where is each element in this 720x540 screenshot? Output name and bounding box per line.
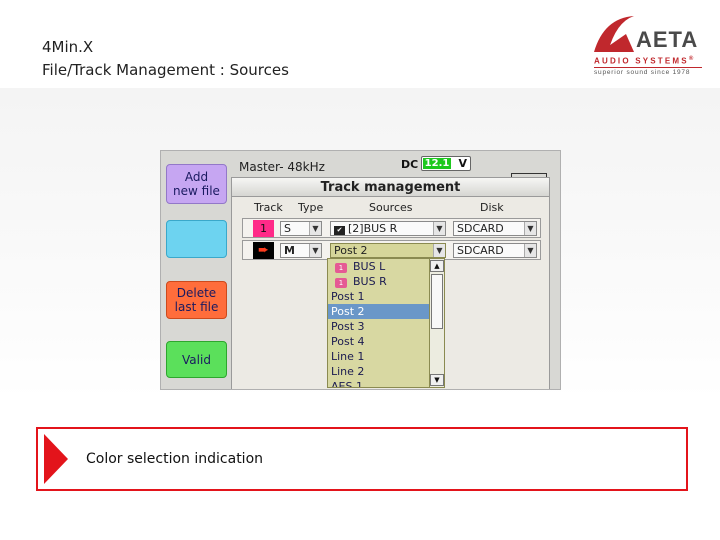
dropdown-item-post-3[interactable]: Post 3 bbox=[328, 319, 429, 334]
disk-value: SDCARD bbox=[457, 244, 504, 257]
col-header-disk: Disk bbox=[480, 201, 504, 214]
scroll-down-icon[interactable]: ▼ bbox=[430, 374, 444, 386]
disk-select[interactable]: SDCARD ▼ bbox=[453, 243, 537, 258]
col-header-type: Type bbox=[298, 201, 324, 214]
slide-title-line1: 4Min.X bbox=[42, 38, 94, 56]
dropdown-item-line-2[interactable]: Line 2 bbox=[328, 364, 429, 379]
source-select[interactable]: ✔ [2]BUS R ▼ bbox=[330, 221, 446, 236]
chevron-down-icon: ▼ bbox=[433, 244, 445, 257]
dc-voltage-unit: V bbox=[458, 157, 467, 170]
delete-label-line1: Delete bbox=[176, 286, 217, 300]
slide-title-line2: File/Track Management : Sources bbox=[42, 61, 289, 79]
check-icon: ✔ bbox=[334, 226, 345, 235]
type-value: S bbox=[284, 222, 291, 235]
dc-label: DC bbox=[401, 158, 419, 171]
delete-last-file-button[interactable]: Delete last file bbox=[166, 281, 227, 319]
add-label-line1: Add bbox=[184, 170, 209, 184]
logo-tagline: superior sound since 1978 bbox=[594, 69, 691, 76]
dropdown-item-bus-l[interactable]: 1 BUS L bbox=[328, 259, 429, 274]
type-select[interactable]: M ▼ bbox=[280, 243, 322, 258]
play-arrow-icon[interactable]: ➨ bbox=[253, 242, 274, 259]
dropdown-item-bus-r[interactable]: 1 BUS R bbox=[328, 274, 429, 289]
col-header-track: Track bbox=[254, 201, 283, 214]
dropdown-item-aes-1[interactable]: AES 1 bbox=[328, 379, 429, 387]
track-row: 1 S ▼ ✔ [2]BUS R ▼ SDCARD ▼ bbox=[242, 218, 541, 238]
slide-title: 4Min.X File/Track Management : Sources bbox=[42, 36, 289, 82]
disk-select[interactable]: SDCARD ▼ bbox=[453, 221, 537, 236]
chevron-down-icon: ▼ bbox=[309, 244, 321, 257]
chevron-down-icon: ▼ bbox=[309, 222, 321, 235]
dc-voltage-value: 12.1 bbox=[423, 158, 451, 169]
scroll-thumb[interactable] bbox=[431, 274, 443, 329]
source-select-open[interactable]: Post 2 ▼ bbox=[330, 243, 446, 258]
source-value: Post 2 bbox=[334, 244, 368, 257]
logo-brand: AETA bbox=[636, 27, 699, 52]
logo-rule bbox=[594, 67, 702, 68]
valid-button[interactable]: Valid bbox=[166, 341, 227, 378]
logo-sub: AUDIO SYSTEMS® bbox=[594, 56, 696, 66]
valid-label: Valid bbox=[182, 352, 211, 367]
input-badge-icon: 1 bbox=[335, 278, 347, 288]
chevron-down-icon: ▼ bbox=[433, 222, 445, 235]
disk-value: SDCARD bbox=[457, 222, 504, 235]
blank-button[interactable] bbox=[166, 220, 227, 258]
sources-dropdown: 1 BUS L 1 BUS R Post 1 Post 2 Post 3 Post … bbox=[327, 258, 445, 388]
add-label-line2: new file bbox=[173, 184, 220, 198]
chevron-down-icon: ▼ bbox=[524, 244, 536, 257]
dropdown-item-post-1[interactable]: Post 1 bbox=[328, 289, 429, 304]
source-value: [2]BUS R bbox=[348, 222, 398, 235]
type-select[interactable]: S ▼ bbox=[280, 221, 322, 236]
input-badge-icon: 1 bbox=[335, 263, 347, 273]
dropdown-item-post-4[interactable]: Post 4 bbox=[328, 334, 429, 349]
add-new-file-button[interactable]: Add new file bbox=[166, 164, 227, 204]
callout-text: Color selection indication bbox=[86, 451, 264, 467]
track-number[interactable]: 1 bbox=[253, 220, 274, 237]
callout-arrow-icon bbox=[44, 434, 68, 484]
aeta-logo: AETA AUDIO SYSTEMS® superior sound since… bbox=[586, 12, 706, 82]
chevron-down-icon: ▼ bbox=[524, 222, 536, 235]
callout-box: Color selection indication bbox=[36, 427, 688, 491]
dc-voltage-indicator: 12.1 V bbox=[421, 156, 471, 171]
type-value: M bbox=[284, 244, 295, 257]
delete-label-line2: last file bbox=[174, 300, 219, 314]
dropdown-scrollbar[interactable]: ▲ ▼ bbox=[429, 259, 444, 387]
dropdown-item-line-1[interactable]: Line 1 bbox=[328, 349, 429, 364]
col-header-sources: Sources bbox=[369, 201, 413, 214]
dropdown-item-post-2[interactable]: Post 2 bbox=[328, 304, 429, 319]
scroll-up-icon[interactable]: ▲ bbox=[430, 260, 444, 272]
device-screen: Add new file Delete last file Valid Master… bbox=[160, 150, 561, 390]
master-sample-rate: Master- 48kHz bbox=[239, 160, 325, 174]
track-row: ➨ M ▼ Post 2 ▼ SDCARD ▼ bbox=[242, 240, 541, 260]
panel-title: Track management bbox=[232, 178, 549, 197]
